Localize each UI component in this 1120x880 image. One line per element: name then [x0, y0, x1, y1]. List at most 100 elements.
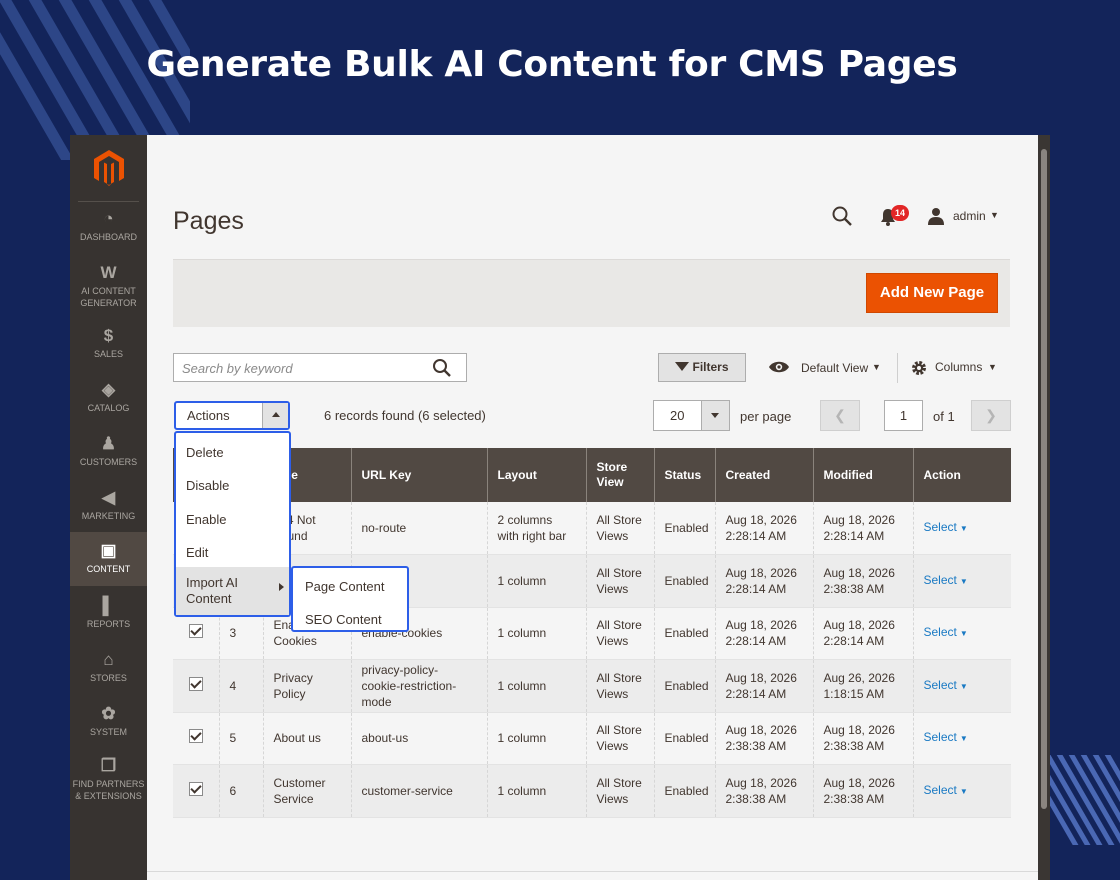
column-header[interactable]: Layout: [486, 448, 586, 502]
previous-page-button[interactable]: ❮: [820, 400, 860, 431]
per-page-select[interactable]: 20: [653, 400, 730, 431]
chevron-right-icon: [279, 583, 284, 591]
chevron-down-icon[interactable]: ▼: [872, 362, 881, 372]
cell-action: Select ▼: [912, 712, 1011, 765]
cell-action: Select ▼: [912, 607, 1011, 660]
actions-dropdown[interactable]: Actions: [174, 401, 290, 430]
search-icon[interactable]: [432, 358, 452, 378]
sidebar-item-label: SYSTEM: [89, 727, 127, 737]
column-header[interactable]: Store View: [585, 448, 654, 502]
submenu-item-page-content[interactable]: Page Content: [305, 579, 385, 594]
sidebar-item-dashboard[interactable]: ◔ DASHBOARD: [70, 209, 147, 243]
page-number-input[interactable]: 1: [884, 400, 923, 431]
sidebar-item-label: MARKETING: [81, 511, 136, 521]
cell-status: Enabled: [653, 764, 715, 818]
per-page-value: 20: [670, 408, 685, 423]
row-select-link[interactable]: Select ▼: [924, 783, 968, 797]
row-checkbox[interactable]: [189, 676, 203, 691]
sidebar-divider: [78, 201, 139, 202]
sidebar-item-ai-content-generator[interactable]: W AI CONTENT GENERATOR: [70, 263, 147, 309]
layout-icon: ▣: [100, 541, 117, 560]
table-row[interactable]: 1404 Not Foundno-route2 columns with rig…: [173, 502, 1011, 555]
cell-status: Enabled: [653, 607, 715, 660]
user-menu-label[interactable]: admin: [953, 209, 986, 223]
row-select-link[interactable]: Select ▼: [924, 678, 968, 692]
cell-layout: 1 column: [486, 659, 586, 713]
sidebar-item-label: AI CONTENT GENERATOR: [80, 286, 137, 308]
cell-created: Aug 18, 2026 2:28:14 AM: [714, 554, 813, 608]
records-count: 6 records found (6 selected): [324, 408, 486, 423]
table-row[interactable]: 6 Customer Service customer-service 1 colum…: [173, 764, 1011, 818]
menu-item-enable[interactable]: Enable: [176, 512, 289, 527]
actions-menu: Delete Disable Enable Edit Import AI Con…: [174, 431, 291, 617]
row-select-label: Select: [923, 730, 957, 745]
decorative-stripes-bottom-right: [1040, 755, 1120, 845]
row-select-link[interactable]: Select ▼: [924, 573, 968, 587]
sidebar-item-system[interactable]: ✿ SYSTEM: [70, 704, 147, 738]
sidebar-item-find-partners-extensions[interactable]: ❒ FIND PARTNERS & EXTENSIONS: [70, 756, 147, 802]
filters-button[interactable]: Filters: [658, 353, 746, 382]
row-select-link[interactable]: Select ▼: [924, 520, 968, 534]
cell-created: Aug 18, 2026 2:38:38 AM: [714, 764, 813, 818]
cell-url: customer-service: [350, 764, 487, 818]
sidebar-item-marketing[interactable]: ◀ MARKETING: [70, 488, 147, 522]
column-header[interactable]: Action: [912, 448, 1011, 502]
user-icon[interactable]: [927, 207, 945, 225]
cell-title: About us: [262, 712, 351, 765]
cell-url: about-us: [350, 712, 487, 765]
add-new-page-button[interactable]: Add New Page: [866, 273, 998, 313]
row-select-label: Select: [923, 520, 957, 534]
grid-header-row: TitleURL KeyLayoutStore ViewStatusCreate…: [173, 448, 1011, 502]
columns-label[interactable]: Columns: [935, 360, 982, 374]
menu-item-disable[interactable]: Disable: [176, 478, 289, 493]
table-row[interactable]: 4 Privacy Policy privacy-policy-cookie-res…: [173, 659, 1011, 713]
cell-store: All Store Views: [585, 764, 654, 818]
sidebar-item-catalog[interactable]: ◈ CATALOG: [70, 380, 147, 414]
menu-item-delete[interactable]: Delete: [176, 445, 289, 460]
search-icon[interactable]: [831, 205, 853, 227]
column-header[interactable]: Modified: [812, 448, 913, 502]
menu-item-edit[interactable]: Edit: [176, 545, 289, 560]
scrollbar-thumb[interactable]: [1041, 149, 1047, 809]
column-header[interactable]: Status: [653, 448, 715, 502]
submenu-item-seo-content[interactable]: SEO Content: [305, 612, 382, 627]
caret-down-icon[interactable]: [701, 401, 729, 430]
chevron-down-icon: ▼: [959, 681, 968, 691]
row-checkbox[interactable]: [189, 729, 203, 744]
sidebar-item-content[interactable]: ▣ CONTENT: [70, 532, 147, 586]
row-select-link[interactable]: Select ▼: [924, 625, 968, 639]
menu-item-import-ai-content[interactable]: Import AI Content: [176, 567, 289, 615]
row-select-link[interactable]: Select ▼: [924, 730, 968, 744]
cell-modified: Aug 18, 2026 2:38:38 AM: [812, 554, 913, 608]
cell-action: Select ▼: [912, 659, 1011, 713]
cell-status: Enabled: [653, 712, 715, 765]
row-select-label: Select: [923, 572, 957, 587]
gear-icon[interactable]: [910, 359, 928, 377]
row-checkbox[interactable]: [189, 624, 203, 639]
sidebar-item-customers[interactable]: ♟ CUSTOMERS: [70, 434, 147, 468]
chevron-down-icon: ▼: [959, 524, 968, 533]
actions-label: Actions: [187, 408, 230, 423]
table-row[interactable]: 5 About us about-us 1 column All Store Views…: [173, 712, 1011, 765]
cell-action: Select ▼: [912, 764, 1011, 818]
eye-icon[interactable]: [768, 360, 790, 374]
cell-store: All Store Views: [585, 659, 654, 713]
cell-layout: 1 column: [486, 554, 586, 608]
row-checkbox[interactable]: [189, 781, 203, 796]
default-view-label[interactable]: Default View: [801, 361, 868, 375]
keyword-search: [173, 353, 467, 382]
column-header[interactable]: Created: [714, 448, 813, 502]
sidebar-item-reports[interactable]: ▌ REPORTS: [70, 596, 147, 630]
scrollbar[interactable]: [1038, 135, 1050, 880]
row-select-label: Select: [923, 625, 957, 640]
search-input[interactable]: [182, 359, 422, 377]
caret-up-icon[interactable]: [262, 403, 288, 428]
chevron-down-icon[interactable]: ▼: [990, 210, 999, 220]
next-page-button[interactable]: ❯: [971, 400, 1011, 431]
cell-store: All Store Views: [585, 607, 654, 660]
row-select-label: Select: [923, 782, 957, 797]
sidebar-item-stores[interactable]: ⌂ STORES: [70, 650, 147, 684]
sidebar-item-sales[interactable]: $ SALES: [70, 326, 147, 360]
column-header[interactable]: URL Key: [350, 448, 487, 502]
chevron-down-icon[interactable]: ▼: [988, 362, 997, 372]
